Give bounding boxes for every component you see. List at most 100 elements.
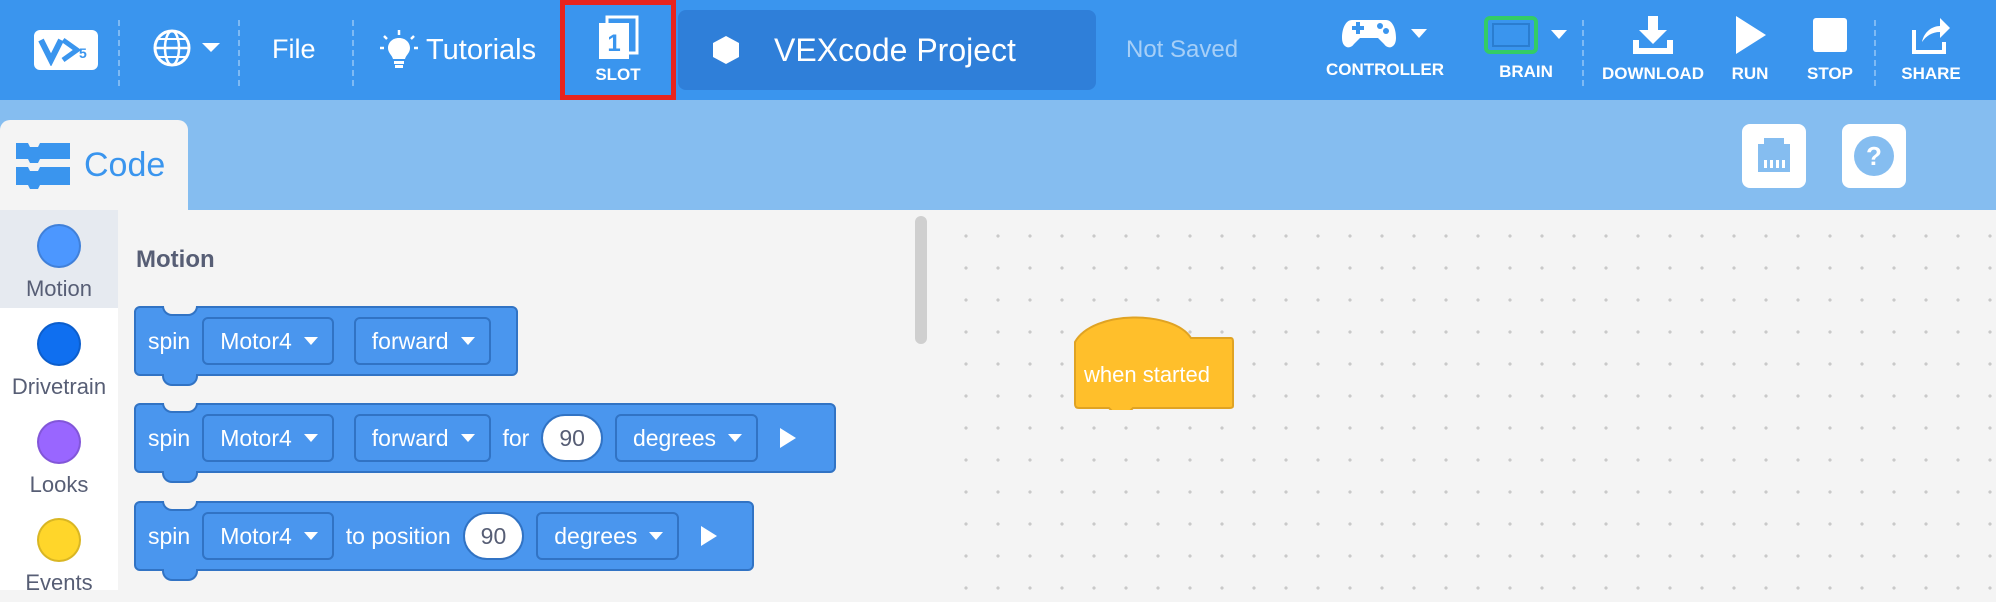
share-label: SHARE	[1901, 64, 1961, 83]
direction-dropdown[interactable]: forward	[353, 414, 491, 462]
category-drivetrain[interactable]: Drivetrain	[0, 308, 118, 406]
category-label: Drivetrain	[11, 374, 107, 399]
svg-text:?: ?	[1866, 141, 1882, 171]
hexagon-icon	[713, 36, 739, 64]
separator	[1582, 20, 1584, 86]
motor-dropdown[interactable]: Motor4	[202, 317, 334, 365]
motion-category-dot	[37, 224, 81, 268]
editor-tab-bar	[0, 100, 1996, 210]
caret-down-icon	[649, 532, 664, 540]
chevron-down-icon	[1551, 30, 1567, 39]
motor-value: Motor4	[220, 424, 292, 451]
run-block-icon[interactable]	[701, 526, 718, 546]
run-label: RUN	[1731, 64, 1769, 83]
project-name-field[interactable]: VEXcode Project	[678, 10, 1096, 90]
spin-for-block[interactable]: spin Motor4 forward for 90 degrees	[134, 403, 836, 483]
share-icon	[1912, 18, 1950, 54]
chevron-down-icon	[1411, 29, 1427, 38]
caret-down-icon	[303, 337, 318, 345]
stop-button[interactable]: STOP	[1800, 14, 1860, 84]
block-tab	[162, 569, 198, 581]
amount-input[interactable]: 90	[541, 414, 603, 462]
brain-icon	[1484, 16, 1538, 54]
category-motion[interactable]: Motion	[0, 210, 118, 308]
tutorials-label: Tutorials	[426, 33, 537, 66]
device-icon	[1758, 138, 1790, 172]
caret-down-icon	[460, 337, 475, 345]
block-tab	[162, 471, 198, 483]
amount-input[interactable]: 90	[462, 512, 525, 560]
direction-value: forward	[371, 327, 449, 354]
block-to-position-label: to position	[345, 522, 451, 549]
units-value: degrees	[632, 424, 717, 451]
units-dropdown[interactable]: degrees	[614, 414, 759, 462]
gamepad-icon	[1342, 20, 1396, 48]
tutorials-button[interactable]: Tutorials	[380, 30, 536, 70]
slot-label: SLOT	[595, 65, 641, 84]
top-menu-bar: 5 File Tutorials 1 SLOT VEXcode Project …	[0, 0, 1996, 100]
download-icon	[1633, 16, 1673, 54]
units-dropdown[interactable]: degrees	[536, 512, 680, 560]
slot-number: 1	[607, 30, 620, 57]
category-label: Looks	[29, 472, 89, 497]
units-value: degrees	[554, 522, 638, 549]
events-category-dot	[37, 518, 81, 562]
help-icon: ?	[1854, 136, 1894, 176]
palette-scrollbar[interactable]	[915, 216, 927, 344]
stop-icon	[1813, 18, 1847, 52]
play-icon	[1736, 16, 1766, 54]
lightbulb-icon	[380, 30, 418, 68]
download-label: DOWNLOAD	[1602, 64, 1704, 83]
vexcode-logo[interactable]: 5	[34, 30, 98, 70]
project-name: VEXcode Project	[774, 31, 1016, 68]
caret-down-icon	[460, 434, 475, 442]
svg-text:5: 5	[79, 45, 87, 61]
category-label: Events	[25, 570, 93, 595]
motor-value: Motor4	[220, 522, 292, 549]
device-monitor-button[interactable]	[1742, 124, 1806, 188]
block-for-label: for	[502, 424, 530, 451]
tab-code-label: Code	[84, 145, 166, 184]
motor-value: Motor4	[220, 327, 292, 354]
block-notch	[162, 306, 198, 316]
tab-code[interactable]: Code	[0, 120, 188, 210]
chevron-down-icon	[202, 43, 220, 52]
share-button[interactable]: SHARE	[1896, 14, 1966, 84]
slot-button[interactable]: 1 SLOT	[560, 0, 676, 100]
save-status: Not Saved	[1126, 36, 1239, 63]
separator	[1874, 20, 1876, 86]
category-label: Motion	[25, 276, 93, 301]
brain-label: BRAIN	[1499, 62, 1553, 81]
direction-value: forward	[371, 424, 449, 451]
motor-dropdown[interactable]: Motor4	[202, 512, 334, 560]
hat-block-label: when started	[1084, 362, 1210, 387]
globe-icon	[153, 29, 191, 67]
run-button[interactable]: RUN	[1722, 14, 1778, 84]
caret-down-icon	[728, 434, 743, 442]
controller-button[interactable]: CONTROLLER	[1322, 16, 1448, 80]
category-looks[interactable]: Looks	[0, 406, 118, 504]
drivetrain-category-dot	[37, 322, 81, 366]
brain-button[interactable]: BRAIN	[1470, 16, 1582, 82]
motor-dropdown[interactable]: Motor4	[202, 414, 334, 462]
category-events[interactable]: Events	[0, 504, 118, 602]
caret-down-icon	[303, 434, 318, 442]
language-menu[interactable]	[152, 28, 222, 68]
run-block-icon[interactable]	[780, 428, 797, 448]
block-notch	[162, 501, 198, 511]
separator	[118, 20, 120, 86]
download-button[interactable]: DOWNLOAD	[1594, 14, 1712, 84]
block-verb: spin	[148, 327, 191, 354]
file-menu[interactable]: File	[272, 34, 316, 65]
controller-label: CONTROLLER	[1325, 60, 1445, 79]
help-button[interactable]: ?	[1842, 124, 1906, 188]
vex-logo-icon: 5	[38, 37, 87, 66]
stop-label: STOP	[1807, 64, 1853, 83]
palette-section-title: Motion	[136, 246, 215, 273]
direction-dropdown[interactable]: forward	[353, 317, 491, 365]
spin-block[interactable]: spin Motor4 forward	[134, 306, 518, 386]
separator	[238, 20, 240, 86]
looks-category-dot	[37, 420, 81, 464]
spin-to-position-block[interactable]: spin Motor4 to position 90 degrees	[134, 501, 754, 581]
slot-icon: 1	[599, 15, 639, 59]
